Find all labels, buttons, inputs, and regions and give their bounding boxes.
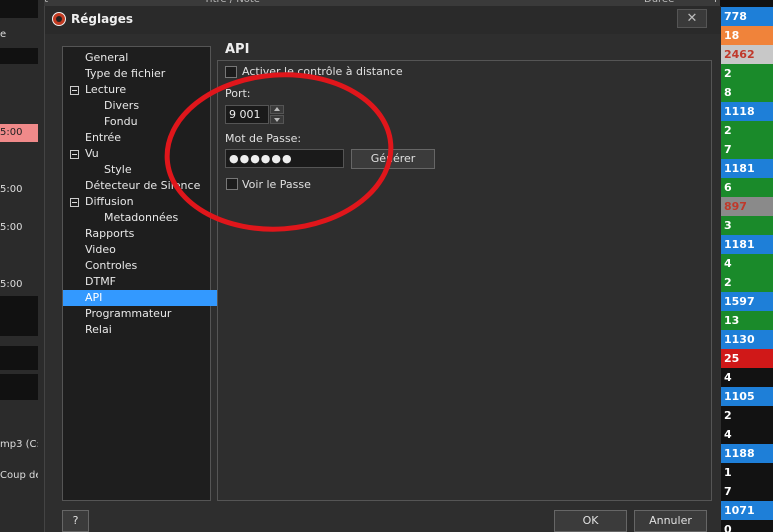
background-count-badge: 4 xyxy=(720,254,773,273)
port-increment-button[interactable] xyxy=(270,105,284,114)
close-button[interactable]: ✕ xyxy=(677,9,707,28)
tree-item[interactable]: Entrée xyxy=(85,130,210,146)
background-count-badge: 1181 xyxy=(720,235,773,254)
tree-item[interactable]: Relai xyxy=(85,322,210,338)
tree-item[interactable]: DTMF xyxy=(85,274,210,290)
background-count-badge: 0 xyxy=(720,520,773,532)
tree-item[interactable]: API xyxy=(63,290,232,306)
background-header-text: aintenant xyxy=(44,0,48,5)
settings-tree[interactable]: General Type de fichier Lecture Divers Fondu… xyxy=(62,46,232,501)
background-left-item: mp3 (C:\F xyxy=(0,439,38,450)
background-count-badge: 897 xyxy=(720,197,773,216)
background-left-item: 5:00 xyxy=(0,124,38,142)
tree-item[interactable]: Type de fichier xyxy=(85,66,210,82)
background-count-badge: 4 xyxy=(720,368,773,387)
tree-item[interactable]: Style xyxy=(104,162,210,178)
tree-item[interactable]: Divers xyxy=(104,98,210,114)
collapse-icon[interactable] xyxy=(70,86,79,95)
background-left-item: Coup de l xyxy=(0,470,38,481)
tree-item[interactable]: Détecteur de Silence xyxy=(85,178,210,194)
background-block xyxy=(0,0,38,18)
background-left-item: 5:00 xyxy=(0,184,23,195)
background-count-badge: 4 xyxy=(720,425,773,444)
panel-title: API xyxy=(225,42,250,57)
app-logo-icon xyxy=(52,12,66,26)
port-decrement-button[interactable] xyxy=(270,115,284,124)
background-count-badge: 2 xyxy=(720,64,773,83)
background-block xyxy=(0,296,38,336)
collapse-icon[interactable] xyxy=(70,150,79,159)
tree-item[interactable]: Video xyxy=(85,242,210,258)
settings-dialog: Réglages ✕ General Type de fichier Lecture… xyxy=(44,6,721,532)
dialog-title: Réglages xyxy=(71,12,134,26)
background-count-badge: 1597 xyxy=(720,292,773,311)
tree-item[interactable]: Programmateur xyxy=(85,306,210,322)
tree-item[interactable]: Fondu xyxy=(104,114,210,130)
tree-item[interactable]: Metadonnées xyxy=(104,210,210,226)
background-block xyxy=(0,346,38,370)
background-block xyxy=(0,48,38,64)
collapse-icon[interactable] xyxy=(70,198,79,207)
background-count-badge: 1 xyxy=(720,463,773,482)
background-header-text: Durée xyxy=(644,0,674,5)
show-password-label: Voir le Passe xyxy=(242,178,311,191)
background-count-badge: 2 xyxy=(720,273,773,292)
tree-item[interactable]: General xyxy=(85,50,210,66)
background-count-badge: 7 xyxy=(720,140,773,159)
background-count-badge: 1118 xyxy=(720,102,773,121)
background-count-badge: 3 xyxy=(720,216,773,235)
ok-button[interactable]: OK xyxy=(554,510,627,532)
generate-button[interactable]: Générer xyxy=(351,149,435,169)
background-count-badge: 13 xyxy=(720,311,773,330)
port-label: Port: xyxy=(225,87,251,100)
background-count-badge: 18 xyxy=(720,26,773,45)
background-count-badge: 2 xyxy=(720,121,773,140)
show-password-checkbox[interactable] xyxy=(226,178,238,190)
background-count-badge: 2462 xyxy=(720,45,773,64)
background-count-badge: 1105 xyxy=(720,387,773,406)
help-button[interactable]: ? xyxy=(62,510,89,532)
background-count-badge: 25 xyxy=(720,349,773,368)
tree-item[interactable]: Lecture xyxy=(85,82,210,98)
tree-item[interactable]: Controles xyxy=(85,258,210,274)
background-count-badge: 2 xyxy=(720,406,773,425)
background-left-item: e xyxy=(0,29,7,40)
background-left-item: 5:00 xyxy=(0,279,23,290)
api-settings-panel xyxy=(217,60,712,501)
background-block xyxy=(0,374,38,400)
background-count-badge: 7 xyxy=(720,482,773,501)
background-count-badge: 1188 xyxy=(720,444,773,463)
background-left-item: 5:00 xyxy=(0,222,23,233)
background-header-text: Titre / Note xyxy=(204,0,260,5)
tree-item[interactable]: Diffusion xyxy=(85,194,210,210)
enable-remote-control-label: Activer le contrôle à distance xyxy=(242,65,403,78)
background-left-panel: e 5:00 5:00 5:00 5:00 mp3 (C:\F Coup de l xyxy=(0,0,44,532)
background-count-badge: 778 xyxy=(720,7,773,26)
tree-item[interactable]: Vu xyxy=(85,146,210,162)
tree-item[interactable]: Rapports xyxy=(85,226,210,242)
background-count-badge: 1181 xyxy=(720,159,773,178)
background-count-badge: 1071 xyxy=(720,501,773,520)
enable-remote-control-checkbox[interactable] xyxy=(225,66,237,78)
password-input[interactable]: ●●●●●● xyxy=(225,149,344,168)
background-right-list: 778 18 2462 2 8 1118 2 7 1181 6 897 3 1181 4 2 1597 13 11… xyxy=(720,0,773,532)
port-input[interactable]: 9 001 xyxy=(225,105,269,124)
background-count-badge: 8 xyxy=(720,83,773,102)
dialog-titlebar[interactable]: Réglages ✕ xyxy=(45,6,721,34)
password-label: Mot de Passe: xyxy=(225,132,302,145)
cancel-button[interactable]: Annuler xyxy=(634,510,707,532)
background-count-badge: 1130 xyxy=(720,330,773,349)
background-count-badge: 6 xyxy=(720,178,773,197)
